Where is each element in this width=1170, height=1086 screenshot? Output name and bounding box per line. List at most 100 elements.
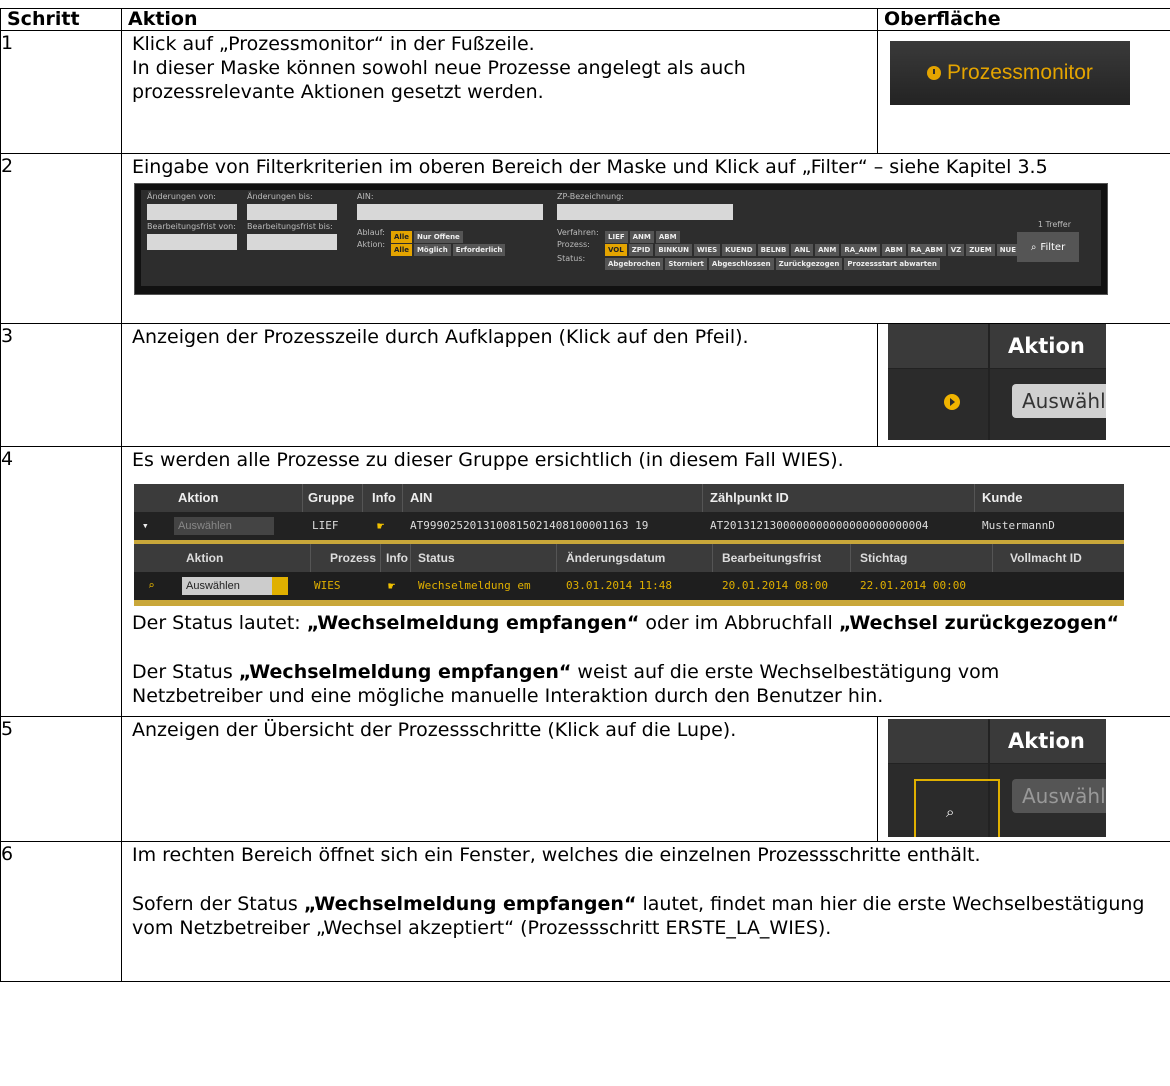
grid-process-row: ⌕ Auswählen WIES ☛ Wechselmeldung em 03.… <box>134 572 1124 600</box>
aktion-chips: Alle Möglich Erforderlich <box>391 237 507 256</box>
label-verfahren: Verfahren: <box>557 228 599 237</box>
chip-aktion-moeglich[interactable]: Möglich <box>413 244 451 256</box>
status-bold: „Wechsel zurückgezogen“ <box>838 612 1120 634</box>
action-select[interactable]: Auswähle <box>1012 779 1106 813</box>
deadline-to-input[interactable] <box>247 234 337 250</box>
prozessmonitor-button[interactable]: Prozessmonitor <box>890 41 1130 105</box>
ui-cell: Aktion Auswähle <box>877 323 1170 447</box>
cell-status: Wechselmeldung em <box>418 579 531 592</box>
step-text-cell: Anzeigen der Übersicht der Prozessschrit… <box>121 716 878 842</box>
chip-status[interactable]: Abgebrochen <box>605 258 664 270</box>
status-chips: Abgebrochen Storniert Abgeschlossen Zurückg… <box>605 251 942 270</box>
step-text: Anzeigen der Übersicht der Prozessschrit… <box>132 719 737 741</box>
step-text: Anzeigen der Prozesszeile durch Aufklapp… <box>132 326 749 348</box>
chip-prozess[interactable]: NUE <box>996 244 1020 256</box>
step-number: 5 <box>0 716 122 842</box>
column-header: Aktion <box>888 324 1106 369</box>
info-hand-icon[interactable]: ☛ <box>388 572 395 600</box>
step-number: 6 <box>0 841 122 982</box>
status-bold: „Wechselmeldung empfangen“ <box>306 612 640 634</box>
header-oberflaeche: Oberfläche <box>877 8 1170 31</box>
label-zp: ZP-Bezeichnung: <box>557 192 624 201</box>
cell-prozess: WIES <box>314 579 341 592</box>
changes-from-input[interactable] <box>147 204 237 220</box>
label-deadline-from: Bearbeitungsfrist von: <box>147 222 236 231</box>
chip-prozess[interactable]: ZUEM <box>966 244 995 256</box>
document-page: Schritt Aktion Oberfläche 1 Klick auf „P… <box>0 0 1170 1086</box>
step-number: 3 <box>0 323 122 447</box>
grid-col-header: Prozess <box>330 551 377 565</box>
status-paragraph: Der Status lautet: „Wechselmeldung empfa… <box>122 610 1170 635</box>
magnifier-icon[interactable]: ⌕ <box>946 803 954 821</box>
chip-status[interactable]: Prozessstart abwarten <box>844 258 940 270</box>
step-explanation: Sofern der Status „Wechselmeldung empfan… <box>122 891 1170 940</box>
grid-col-header: Aktion <box>186 551 224 565</box>
label-prozess: Prozess: <box>557 240 590 249</box>
grid-col-header: Info <box>386 551 408 565</box>
clock-icon <box>927 66 942 80</box>
chip-status[interactable]: Storniert <box>665 258 707 270</box>
action-select[interactable]: Auswähle <box>1012 384 1106 418</box>
deadline-from-input[interactable] <box>147 234 237 250</box>
step-number: 4 <box>0 446 122 717</box>
info-hand-icon[interactable]: ☛ <box>377 512 384 540</box>
changes-to-input[interactable] <box>247 204 337 220</box>
step-text-cell: Es werden alle Prozesse zu dieser Gruppe… <box>121 446 1170 717</box>
lupe-panel-screenshot: Aktion ⌕ Auswähle <box>888 719 1106 837</box>
grid-col-header: Aktion <box>178 490 219 505</box>
grid-group-row: ▾ Auswählen LIEF ☛ AT9990252013100815021… <box>134 512 1124 540</box>
filter-panel: Änderungen von: Änderungen bis: Bearbeit… <box>134 183 1108 295</box>
filter-button-label: Filter <box>1040 241 1066 253</box>
grid-col-header: Gruppe <box>308 490 355 505</box>
zp-input[interactable] <box>557 204 733 220</box>
status-text: oder im Abbruchfall <box>639 612 839 634</box>
step-text: Eingabe von Filterkriterien im oberen Be… <box>132 156 1048 178</box>
aktion-panel-screenshot: Aktion Auswähle <box>888 324 1106 440</box>
cell-gruppe: LIEF <box>312 519 339 532</box>
column-header: Aktion <box>888 719 1106 764</box>
chip-status[interactable]: Zurückgezogen <box>775 258 843 270</box>
magnifier-icon[interactable]: ⌕ <box>148 572 155 600</box>
header-aktion: Aktion <box>121 8 878 31</box>
aktion-header: Aktion <box>1008 334 1085 358</box>
filter-button[interactable]: ⌕ Filter <box>1017 232 1079 262</box>
step-text: Im rechten Bereich öffnet sich ein Fenst… <box>132 844 981 866</box>
table-row: 2 Eingabe von Filterkriterien im oberen … <box>0 153 1170 324</box>
grid-col-header: Vollmacht ID <box>1010 551 1082 565</box>
expand-arrow-icon[interactable] <box>944 394 960 410</box>
grid-col-header: Stichtag <box>860 551 908 565</box>
chevron-down-icon <box>258 517 274 535</box>
grid-col-header: Änderungsdatum <box>566 551 666 565</box>
chip-aktion-erforderlich[interactable]: Erforderlich <box>452 244 506 256</box>
label-deadline-to: Bearbeitungsfrist bis: <box>247 222 333 231</box>
status-explanation: Der Status „Wechselmeldung empfangen“ we… <box>122 659 1170 708</box>
label-changes-to: Änderungen bis: <box>247 192 313 201</box>
cell-ain: AT9990252013100815021408100001163 19 <box>410 519 649 532</box>
cell-kunde: MustermannD <box>982 519 1055 532</box>
label-ain: AIN: <box>357 192 374 201</box>
collapse-arrow-icon[interactable]: ▾ <box>142 512 149 540</box>
process-action-select[interactable]: Auswählen <box>182 577 272 595</box>
label-aktion: Aktion: <box>357 240 386 249</box>
label-status: Status: <box>557 254 586 263</box>
step-text: Klick auf „Prozessmonitor“ in der Fußzei… <box>132 33 535 55</box>
ain-input[interactable] <box>357 204 543 220</box>
table-row: 1 Klick auf „Prozessmonitor“ in der Fußz… <box>0 30 1170 154</box>
aktion-header: Aktion <box>1008 729 1085 753</box>
chip-aktion-alle[interactable]: Alle <box>391 244 412 256</box>
cell-aenderungsdatum: 03.01.2014 11:48 <box>566 579 672 592</box>
chevron-down-icon <box>272 577 288 595</box>
grid-col-header: Zählpunkt ID <box>710 490 789 505</box>
grid-col-header: Info <box>372 490 396 505</box>
grid-col-header: Bearbeitungsfrist <box>722 551 822 565</box>
grid-col-header: AIN <box>410 490 433 505</box>
chip-prozess[interactable]: VZ <box>947 244 965 256</box>
cell-stichtag: 22.01.2014 00:00 <box>860 579 966 592</box>
table-row: 4 Es werden alle Prozesse zu dieser Grup… <box>0 446 1170 717</box>
step-text-cell: Im rechten Bereich öffnet sich ein Fenst… <box>121 841 1170 982</box>
step-number: 1 <box>0 30 122 154</box>
prozessmonitor-label: Prozessmonitor <box>947 61 1093 84</box>
group-action-select[interactable]: Auswählen <box>174 517 258 535</box>
status-bold: „Wechselmeldung empfangen“ <box>238 661 572 683</box>
chip-status[interactable]: Abgeschlossen <box>708 258 774 270</box>
